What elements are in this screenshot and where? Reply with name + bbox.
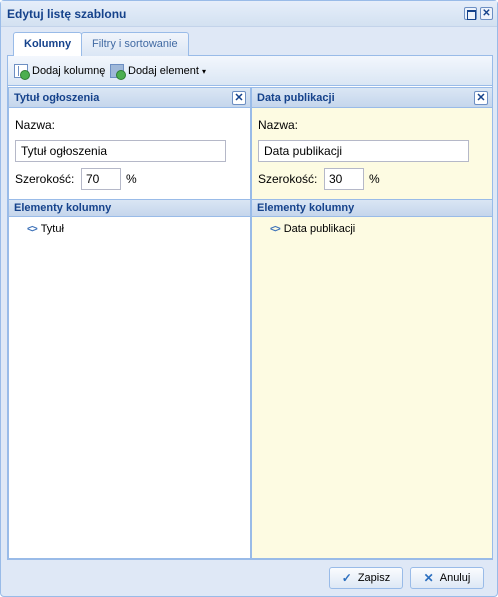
element-code-icon: <> xyxy=(270,223,281,235)
check-icon: ✓ xyxy=(341,571,352,585)
cancel-label: Anuluj xyxy=(439,572,471,584)
tab-columns[interactable]: Kolumny xyxy=(13,32,83,57)
tab-strip: Kolumny Filtry i sortowanie xyxy=(7,29,493,57)
add-column-label: Dodaj kolumnę xyxy=(32,65,106,77)
save-button[interactable]: ✓ Zapisz xyxy=(329,567,403,589)
name-label: Nazwa: xyxy=(258,118,299,132)
column-header: Tytuł ogłoszenia ✕ xyxy=(9,88,250,108)
remove-column-icon[interactable]: ✕ xyxy=(474,91,488,105)
column-elements-header: Elementy kolumny xyxy=(252,199,492,217)
column-name-input[interactable] xyxy=(258,140,469,162)
column-element-label: Data publikacji xyxy=(283,223,356,235)
column-elements-title: Elementy kolumny xyxy=(14,202,112,214)
column-header: Data publikacji ✕ xyxy=(252,88,492,108)
column-header-title: Data publikacji xyxy=(257,92,335,104)
width-label: Szerokość: xyxy=(15,172,75,186)
window-titlebar[interactable]: Edytuj listę szablonu ✕ xyxy=(1,1,497,27)
tab-filters-sorting[interactable]: Filtry i sortowanie xyxy=(81,32,189,56)
maximize-icon[interactable] xyxy=(464,7,477,20)
column-name-input[interactable] xyxy=(15,140,226,162)
close-icon[interactable]: ✕ xyxy=(480,7,493,20)
cancel-button[interactable]: ✕ Anuluj xyxy=(410,567,484,589)
columns-tab-panel: Dodaj kolumnę Dodaj element ▾ Tytuł ogło… xyxy=(7,56,493,560)
width-unit: % xyxy=(126,172,137,186)
width-unit: % xyxy=(369,172,380,186)
cancel-icon: ✕ xyxy=(423,571,434,585)
column-elements-header: Elementy kolumny xyxy=(9,199,250,217)
edit-template-list-window: Edytuj listę szablonu ✕ Kolumny Filtry i… xyxy=(0,0,498,597)
add-element-icon xyxy=(110,64,126,80)
column-element-item[interactable]: <> Tytuł xyxy=(27,223,64,235)
column-panel-date[interactable]: Data publikacji ✕ Nazwa: Szerokość: % El… xyxy=(251,87,493,559)
save-label: Zapisz xyxy=(357,572,391,584)
add-element-label: Dodaj element xyxy=(128,65,199,77)
column-width-input[interactable] xyxy=(324,168,364,190)
toolbar: Dodaj kolumnę Dodaj element ▾ xyxy=(8,56,492,86)
column-width-input[interactable] xyxy=(81,168,121,190)
width-label: Szerokość: xyxy=(258,172,318,186)
column-elements-title: Elementy kolumny xyxy=(257,202,355,214)
add-column-button[interactable]: Dodaj kolumnę xyxy=(14,63,106,80)
add-element-button[interactable]: Dodaj element ▾ xyxy=(110,63,206,80)
window-title: Edytuj listę szablonu xyxy=(7,7,127,21)
element-code-icon: <> xyxy=(27,223,38,235)
column-element-item[interactable]: <> Data publikacji xyxy=(270,223,355,235)
column-panel-title[interactable]: Tytuł ogłoszenia ✕ Nazwa: Szerokość: % E… xyxy=(8,87,251,559)
column-element-label: Tytuł xyxy=(40,223,64,235)
add-column-icon xyxy=(14,64,30,80)
column-header-title: Tytuł ogłoszenia xyxy=(14,92,100,104)
remove-column-icon[interactable]: ✕ xyxy=(232,91,246,105)
chevron-down-icon: ▾ xyxy=(201,66,206,76)
name-label: Nazwa: xyxy=(15,118,56,132)
